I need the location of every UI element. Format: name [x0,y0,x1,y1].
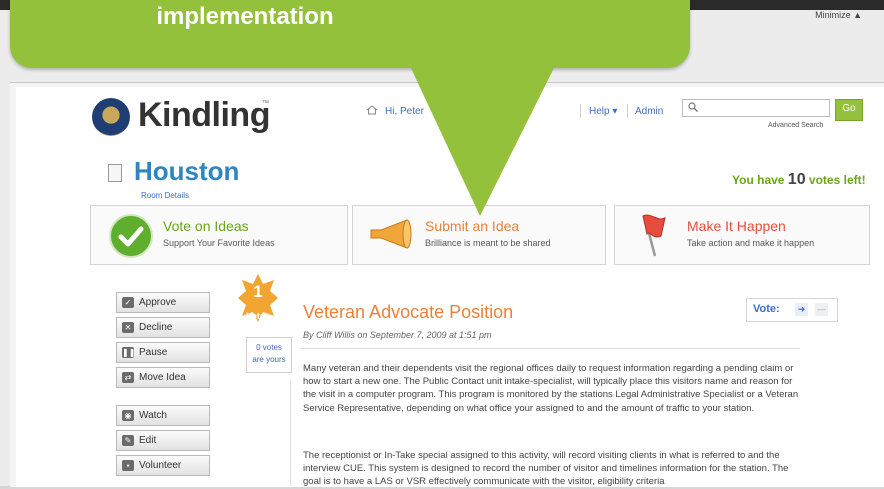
edit-button[interactable]: ✎ Edit [116,430,210,451]
make-it-happen-panel[interactable]: Make It Happen Take action and make it h… [614,205,870,265]
nav-divider [627,104,628,118]
idea-title[interactable]: Veteran Advocate Position [303,302,513,323]
callout-pointer [410,66,555,216]
vote-count: 1 [253,282,263,301]
votes-suffix: votes left! [805,173,866,187]
callout-text: implementation [156,3,334,30]
votes-count: 10 [787,171,806,188]
idea-byline: By Cliff Willis on September 7, 2009 at … [303,330,492,340]
home-icon[interactable] [366,105,378,115]
x-icon: ✕ [122,322,134,333]
room-details-link[interactable]: Room Details [141,191,189,200]
action-label: Volunteer [139,460,182,471]
action-label: Edit [139,435,157,446]
divider [300,348,800,349]
action-label: Pause [139,347,168,358]
feature-subtitle: Support Your Favorite Ideas [163,238,275,248]
advanced-search-link[interactable]: Advanced Search [768,122,823,129]
search-go-button[interactable]: Go [835,99,863,121]
move-idea-button[interactable]: ⇄ Move Idea [116,367,210,388]
app-window: Minimize ▲ Kindling ™ Hi, Peter Help ▾ A… [0,0,884,488]
volunteer-icon: ▪ [122,460,134,471]
search-icon [688,102,698,112]
feature-subtitle: Take action and make it happen [687,238,815,248]
watch-button[interactable]: ◉ Watch [116,405,210,426]
action-label: Decline [139,322,173,333]
your-votes-label: are yours [252,355,286,364]
minimize-button[interactable]: Minimize ▲ [815,10,862,20]
idea-description-paragraph: The receptionist or In-Take special assi… [303,450,789,488]
content-border [290,380,291,486]
action-label: Approve [139,297,177,308]
vote-up-icon[interactable]: ➜ [795,303,808,316]
feature-subtitle: Brilliance is meant to be shared [425,238,551,248]
checkmark-icon [109,214,153,258]
check-icon: ✓ [122,297,134,308]
volunteer-button[interactable]: ▪ Volunteer [116,455,210,476]
your-votes-box: 0 votes are yours [246,337,292,373]
search-input[interactable] [682,99,830,117]
watch-icon: ◉ [122,410,134,421]
votes-remaining: You have 10 votes left! [732,171,866,189]
megaphone-icon [370,219,412,249]
votes-prefix: You have [732,173,788,187]
approve-button[interactable]: ✓ Approve [116,292,210,313]
vote-on-ideas-panel[interactable]: Vote on Ideas Support Your Favorite Idea… [90,205,348,265]
pause-button[interactable]: ❚❚ Pause [116,342,210,363]
vote-label: Vote: [753,303,780,315]
admin-link[interactable]: Admin [635,106,663,117]
decline-button[interactable]: ✕ Decline [116,317,210,338]
move-icon: ⇄ [122,372,134,383]
idea-description-paragraph: Many veteran and their dependents visit … [303,363,799,414]
vote-down-icon[interactable]: — [815,303,828,316]
nav-divider [580,104,581,118]
feature-title: Submit an Idea [425,218,520,234]
feature-title: Make It Happen [687,218,786,234]
document-icon [108,164,122,182]
flag-icon [642,214,666,257]
vote-count-label: Votes [246,311,270,321]
trademark-mark: ™ [262,100,269,107]
vote-widget: Vote: ➜ — [746,298,838,322]
va-seal-logo [92,98,130,136]
annotation-callout: implementation [10,0,690,68]
feature-title: Vote on Ideas [163,218,249,234]
help-menu[interactable]: Help ▾ [589,106,617,117]
pause-icon: ❚❚ [122,347,136,358]
your-votes-count: 0 votes [256,343,282,352]
room-title: Houston [134,156,240,186]
kindling-logo[interactable]: Kindling [138,96,270,135]
action-label: Move Idea [139,372,186,383]
edit-icon: ✎ [122,435,134,446]
action-label: Watch [139,410,167,421]
